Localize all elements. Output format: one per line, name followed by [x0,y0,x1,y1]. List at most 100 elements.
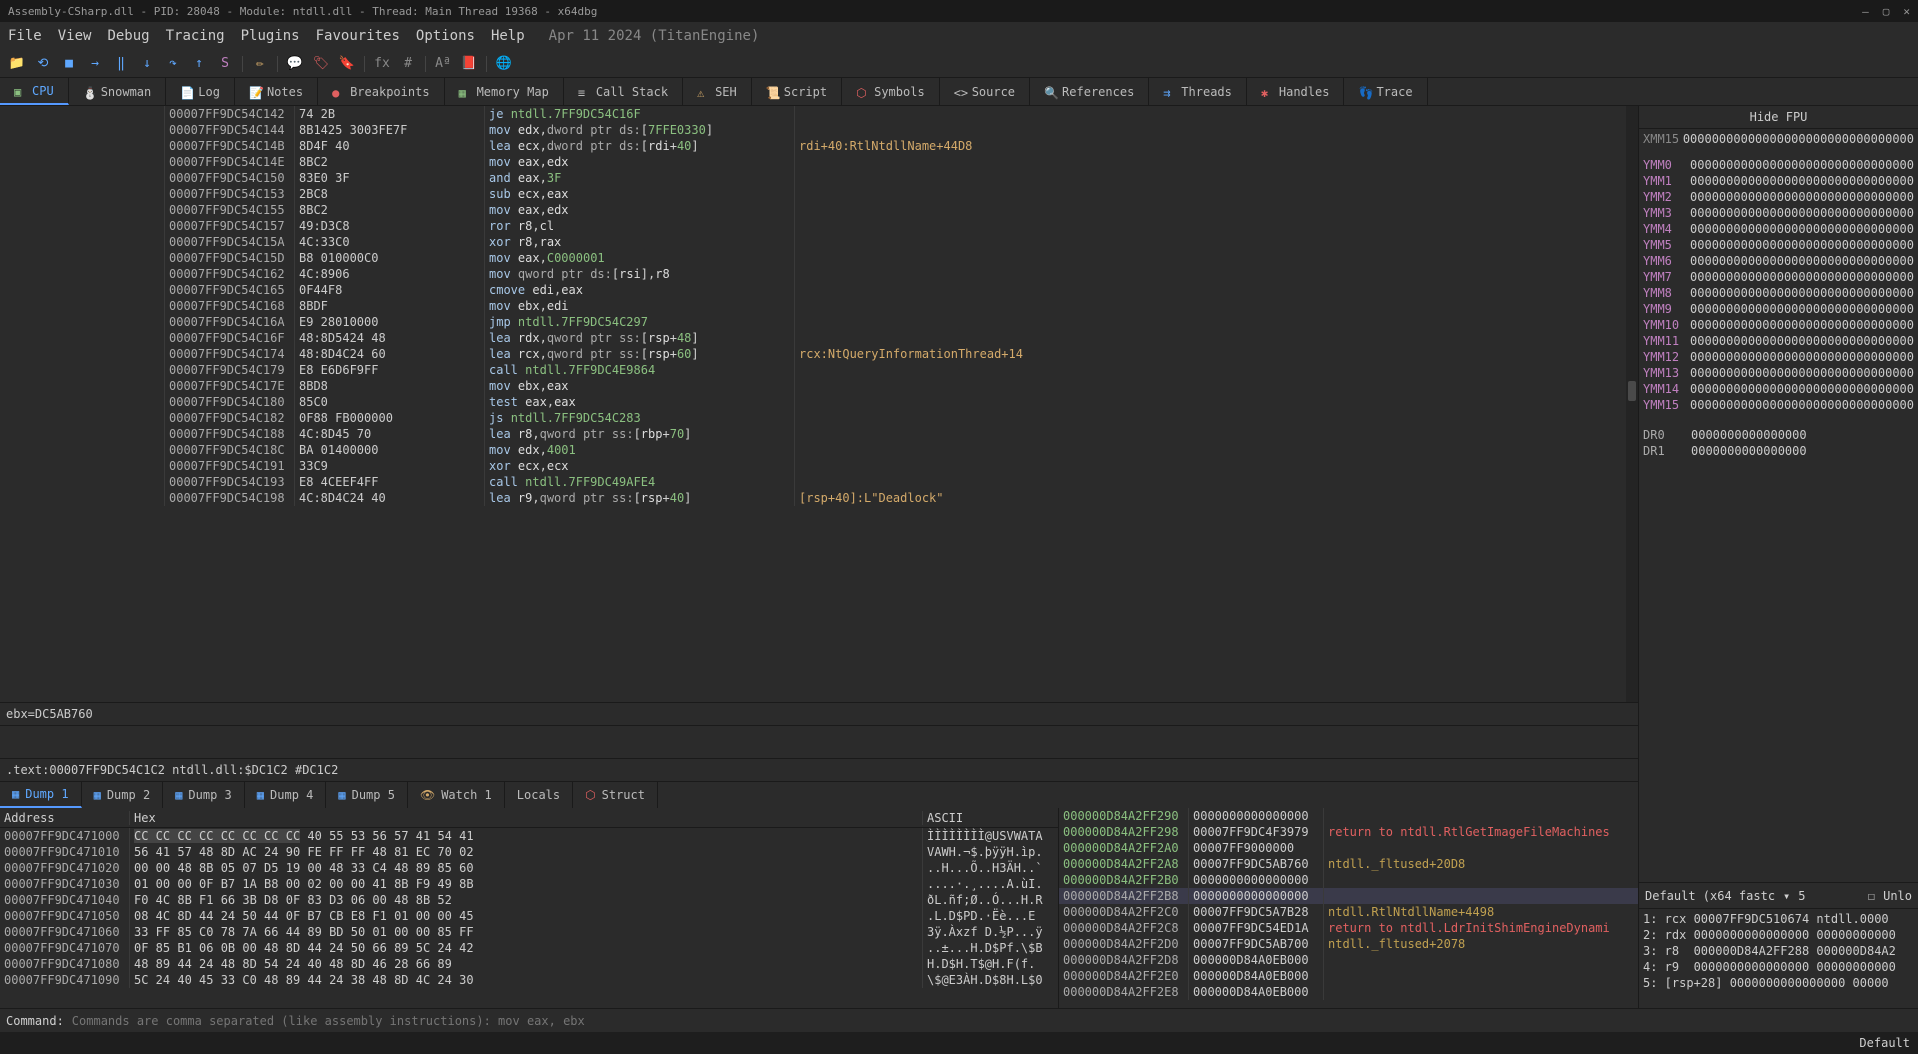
disasm-row[interactable]: 00007FF9DC54C18085C0test eax,eax [0,394,1638,410]
reg-row[interactable]: YMM100000000000000000000000000000000 [1643,317,1914,333]
hex-row[interactable]: 00007FF9DC4710905C 24 40 45 33 C0 48 89 … [0,972,1058,988]
maximize-icon[interactable]: ▢ [1883,5,1890,18]
tab-cpu[interactable]: ▣CPU [0,78,69,105]
dump-tab-5[interactable]: ▦Dump 5 [326,782,408,808]
reg-row[interactable]: YMM140000000000000000000000000000000 [1643,381,1914,397]
stack-row[interactable]: 000000D84A2FF2C800007FF9DC54ED1Areturn t… [1059,920,1638,936]
reg-row[interactable]: YMM150000000000000000000000000000000 [1643,397,1914,413]
hex-row[interactable]: 00007FF9DC471000CC CC CC CC CC CC CC CC … [0,828,1058,844]
stack-row[interactable]: 000000D84A2FF2A000007FF9000000 [1059,840,1638,856]
disasm-row[interactable]: 00007FF9DC54C16AE9 28010000jmp ntdll.7FF… [0,314,1638,330]
stack-row[interactable]: 000000D84A2FF29800007FF9DC4F3979return t… [1059,824,1638,840]
disasm-row[interactable]: 00007FF9DC54C1688BDFmov ebx,edi [0,298,1638,314]
stack-row[interactable]: 000000D84A2FF2E0000000D84A0EB000 [1059,968,1638,984]
reg-row[interactable]: DR00000000000000000 [1643,427,1914,443]
callconv-label[interactable]: Default (x64 fastc [1645,889,1775,903]
disasm-row[interactable]: 00007FF9DC54C1820F88 FB000000js ntdll.7F… [0,410,1638,426]
arg-row[interactable]: 4: r9 0000000000000000 00000000000 [1643,959,1914,975]
disasm-row[interactable]: 00007FF9DC54C19133C9xor ecx,ecx [0,458,1638,474]
arg-row[interactable]: 5: [rsp+28] 0000000000000000 00000 [1643,975,1914,991]
hex-dump[interactable]: Address Hex ASCII 00007FF9DC471000CC CC … [0,808,1058,1008]
hex-row[interactable]: 00007FF9DC47103001 00 00 0F B7 1A B8 00 … [0,876,1058,892]
dump-tab-4[interactable]: ▦Dump 4 [245,782,327,808]
arg-row[interactable]: 1: rcx 00007FF9DC510674 ntdll.0000 [1643,911,1914,927]
tab-seh[interactable]: ⚠SEH [683,78,752,105]
chevron-down-icon[interactable]: ▾ [1783,889,1790,903]
hash-icon[interactable]: # [399,55,417,73]
tab-script[interactable]: 📜Script [752,78,842,105]
open-icon[interactable]: 📁 [8,55,26,73]
tab-memmap[interactable]: ▦Memory Map [445,78,564,105]
disasm-row[interactable]: 00007FF9DC54C15749:D3C8ror r8,cl [0,218,1638,234]
disasm-row[interactable]: 00007FF9DC54C193E8 4CEEF4FFcall ntdll.7F… [0,474,1638,490]
comment-icon[interactable]: 💬 [286,55,304,73]
minimize-icon[interactable]: — [1862,5,1869,18]
tab-trace[interactable]: 👣Trace [1344,78,1427,105]
menu-plugins[interactable]: Plugins [241,28,300,44]
reg-row[interactable]: YMM110000000000000000000000000000000 [1643,333,1914,349]
tab-snowman[interactable]: ⛄Snowman [69,78,167,105]
fx-icon[interactable]: fx [373,55,391,73]
scylla-icon[interactable]: S [216,55,234,73]
menu-file[interactable]: File [8,28,42,44]
disasm-row[interactable]: 00007FF9DC54C1984C:8D4C24 40lea r9,qword… [0,490,1638,506]
struct-tab[interactable]: ⬡Struct [573,782,658,808]
stack-row[interactable]: 000000D84A2FF2D000007FF9DC5AB700ntdll._f… [1059,936,1638,952]
hide-fpu-button[interactable]: Hide FPU [1639,106,1918,129]
tab-callstack[interactable]: ≡Call Stack [564,78,683,105]
reg-row[interactable]: YMM60000000000000000000000000000000 [1643,253,1914,269]
dump-tab-2[interactable]: ▦Dump 2 [82,782,164,808]
pause-icon[interactable]: ‖ [112,55,130,73]
command-input[interactable] [72,1014,1912,1028]
arg-row[interactable]: 2: rdx 0000000000000000 00000000000 [1643,927,1914,943]
reg-row[interactable]: YMM30000000000000000000000000000000 [1643,205,1914,221]
tab-notes[interactable]: 📝Notes [235,78,318,105]
reg-row[interactable]: YMM130000000000000000000000000000000 [1643,365,1914,381]
disasm-row[interactable]: 00007FF9DC54C16F48:8D5424 48lea rdx,qwor… [0,330,1638,346]
close-icon[interactable]: ✕ [1903,5,1910,18]
menu-favourites[interactable]: Favourites [316,28,400,44]
stack-row[interactable]: 000000D84A2FF2A800007FF9DC5AB760ntdll._f… [1059,856,1638,872]
disasm-row[interactable]: 00007FF9DC54C15083E0 3Fand eax,3F [0,170,1638,186]
disasm-row[interactable]: 00007FF9DC54C1558BC2mov eax,edx [0,202,1638,218]
hex-row[interactable]: 00007FF9DC47105008 4C 8D 44 24 50 44 0F … [0,908,1058,924]
arg-row[interactable]: 3: r8 000000D84A2FF288 000000D84A2 [1643,943,1914,959]
locals-tab[interactable]: Locals [505,782,573,808]
hex-row[interactable]: 00007FF9DC47108048 89 44 24 48 8D 54 24 … [0,956,1058,972]
restart-icon[interactable]: ⟲ [34,55,52,73]
dump-tab-3[interactable]: ▦Dump 3 [163,782,245,808]
disasm-row[interactable]: 00007FF9DC54C179E8 E6D6F9FFcall ntdll.7F… [0,362,1638,378]
reg-row[interactable]: YMM80000000000000000000000000000000 [1643,285,1914,301]
menu-tracing[interactable]: Tracing [166,28,225,44]
dump-tab-1[interactable]: ▦Dump 1 [0,782,82,808]
unlock-checkbox[interactable]: ☐ [1868,889,1875,903]
disasm-row[interactable]: 00007FF9DC54C1448B1425 3003FE7Fmov edx,d… [0,122,1638,138]
disasm-row[interactable]: 00007FF9DC54C1650F44F8cmove edi,eax [0,282,1638,298]
disasm-row[interactable]: 00007FF9DC54C1532BC8sub ecx,eax [0,186,1638,202]
stack-row[interactable]: 000000D84A2FF2E8000000D84A0EB000 [1059,984,1638,1000]
bookmark-icon[interactable]: 🔖 [338,55,356,73]
hex-row[interactable]: 00007FF9DC47102000 00 48 8B 05 07 D5 19 … [0,860,1058,876]
menu-debug[interactable]: Debug [107,28,149,44]
stop-icon[interactable]: ■ [60,55,78,73]
stack-row[interactable]: 000000D84A2FF2900000000000000000 [1059,808,1638,824]
tab-source[interactable]: <>Source [940,78,1030,105]
reg-row[interactable]: YMM90000000000000000000000000000000 [1643,301,1914,317]
globe-icon[interactable]: 🌐 [495,55,513,73]
disassembly-view[interactable]: 00007FF9DC54C14274 2Bje ntdll.7FF9DC54C1… [0,106,1638,702]
stack-row[interactable]: 000000D84A2FF2B00000000000000000 [1059,872,1638,888]
disasm-row[interactable]: 00007FF9DC54C1884C:8D45 70lea r8,qword p… [0,426,1638,442]
reg-row[interactable]: YMM20000000000000000000000000000000 [1643,189,1914,205]
patch-icon[interactable]: ✏ [251,55,269,73]
stack-row[interactable]: 000000D84A2FF2C000007FF9DC5A7B28ntdll.Rt… [1059,904,1638,920]
text-icon[interactable]: Aª [434,55,452,73]
stack-row[interactable]: 000000D84A2FF2B80000000000000000 [1059,888,1638,904]
arg-count[interactable]: 5 [1798,889,1805,903]
menu-options[interactable]: Options [416,28,475,44]
tab-threads[interactable]: ⇉Threads [1149,78,1247,105]
disasm-row[interactable]: 00007FF9DC54C18CBA 01400000mov edx,4001 [0,442,1638,458]
tab-handles[interactable]: ✱Handles [1247,78,1345,105]
tab-breakpoints[interactable]: ●Breakpoints [318,78,444,105]
hex-row[interactable]: 00007FF9DC471040F0 4C 8B F1 66 3B D8 0F … [0,892,1058,908]
disasm-row[interactable]: 00007FF9DC54C14274 2Bje ntdll.7FF9DC54C1… [0,106,1638,122]
